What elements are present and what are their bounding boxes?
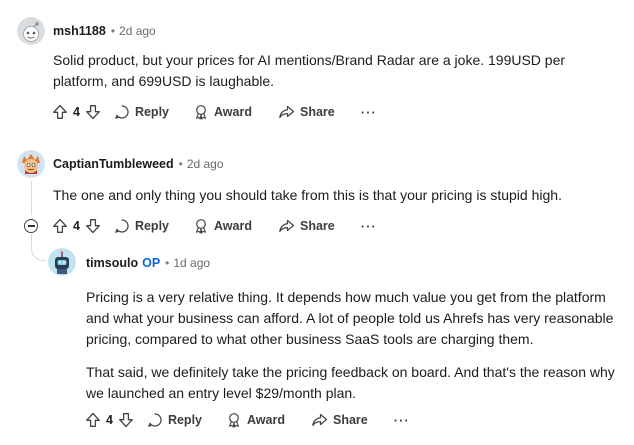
more-options-button[interactable]: ···: [361, 105, 377, 120]
comment-body: The one and only thing you should take f…: [53, 185, 623, 206]
avatar-timsoulo[interactable]: [48, 248, 76, 276]
comment-actions: 4 Reply Award Share ···: [85, 409, 410, 431]
comment-author[interactable]: msh1188: [53, 24, 106, 38]
vote-count: 4: [106, 413, 113, 427]
share-icon: [279, 105, 295, 118]
award-label: Award: [247, 413, 285, 427]
award-icon: [195, 219, 207, 234]
comment-time[interactable]: 2d ago: [187, 157, 224, 171]
comment-time[interactable]: 1d ago: [173, 256, 210, 270]
downvote-button[interactable]: [85, 104, 101, 120]
downvote-button[interactable]: [85, 218, 101, 234]
comment-paragraph: Solid product, but your prices for AI me…: [53, 52, 566, 89]
award-label: Award: [214, 105, 252, 119]
upvote-icon: [53, 218, 67, 233]
upvote-icon: [53, 104, 67, 119]
downvote-button[interactable]: [118, 412, 134, 428]
share-button[interactable]: Share: [278, 104, 335, 120]
op-badge: OP: [142, 256, 161, 270]
thread-line: [31, 181, 32, 215]
reply-label: Reply: [134, 105, 169, 119]
reply-icon: [115, 105, 129, 119]
comment-actions: 4 Reply Award Share ···: [52, 215, 377, 237]
avatar-msh1188[interactable]: [17, 17, 45, 45]
award-button[interactable]: Award: [193, 218, 252, 234]
award-label: Award: [214, 219, 252, 233]
share-button[interactable]: Share: [311, 412, 368, 428]
avatar-captiantumbleweed[interactable]: [17, 150, 45, 178]
share-label: Share: [299, 219, 335, 233]
share-icon: [312, 413, 328, 426]
reply-button[interactable]: Reply: [147, 412, 202, 428]
more-options-button[interactable]: ···: [394, 413, 410, 428]
share-button[interactable]: Share: [278, 218, 335, 234]
vote-count: 4: [73, 219, 80, 233]
comment-body: Solid product, but your prices for AI me…: [53, 50, 623, 92]
upvote-button[interactable]: [85, 412, 101, 428]
comment-actions: 4 Reply Award Share ···: [52, 101, 377, 123]
upvote-icon: [86, 412, 100, 427]
separator-dot: •: [178, 157, 183, 171]
comment-author[interactable]: CaptianTumbleweed: [53, 157, 174, 171]
separator-dot: •: [110, 24, 116, 38]
reply-button[interactable]: Reply: [114, 104, 169, 120]
reply-icon: [115, 219, 129, 233]
upvote-button[interactable]: [52, 104, 68, 120]
reply-label: Reply: [134, 219, 169, 233]
share-label: Share: [299, 105, 335, 119]
comment-time[interactable]: 2d ago: [119, 24, 156, 38]
separator-dot: •: [165, 256, 170, 270]
reply-icon: [148, 413, 162, 427]
thread-connector: [31, 246, 46, 261]
comment-paragraph: That said, we definitely take the pricin…: [86, 364, 615, 401]
comment-paragraph: Pricing is a very relative thing. It dep…: [86, 289, 614, 347]
collapse-thread-button[interactable]: [24, 219, 38, 233]
comment-body: Pricing is a very relative thing. It dep…: [86, 287, 626, 404]
downvote-icon: [86, 105, 100, 120]
vote-count: 4: [73, 105, 80, 119]
upvote-button[interactable]: [52, 218, 68, 234]
thread-line: [31, 234, 32, 246]
award-button[interactable]: Award: [226, 412, 285, 428]
share-icon: [279, 219, 295, 232]
minus-icon: [27, 225, 35, 227]
share-label: Share: [332, 413, 368, 427]
downvote-icon: [119, 413, 133, 428]
reply-button[interactable]: Reply: [114, 218, 169, 234]
more-options-button[interactable]: ···: [361, 219, 377, 234]
comment-author[interactable]: timsoulo: [86, 256, 138, 270]
reply-label: Reply: [167, 413, 202, 427]
award-button[interactable]: Award: [193, 104, 252, 120]
award-icon: [228, 413, 240, 428]
award-icon: [195, 105, 207, 120]
comment-paragraph: The one and only thing you should take f…: [53, 187, 562, 203]
downvote-icon: [86, 219, 100, 234]
